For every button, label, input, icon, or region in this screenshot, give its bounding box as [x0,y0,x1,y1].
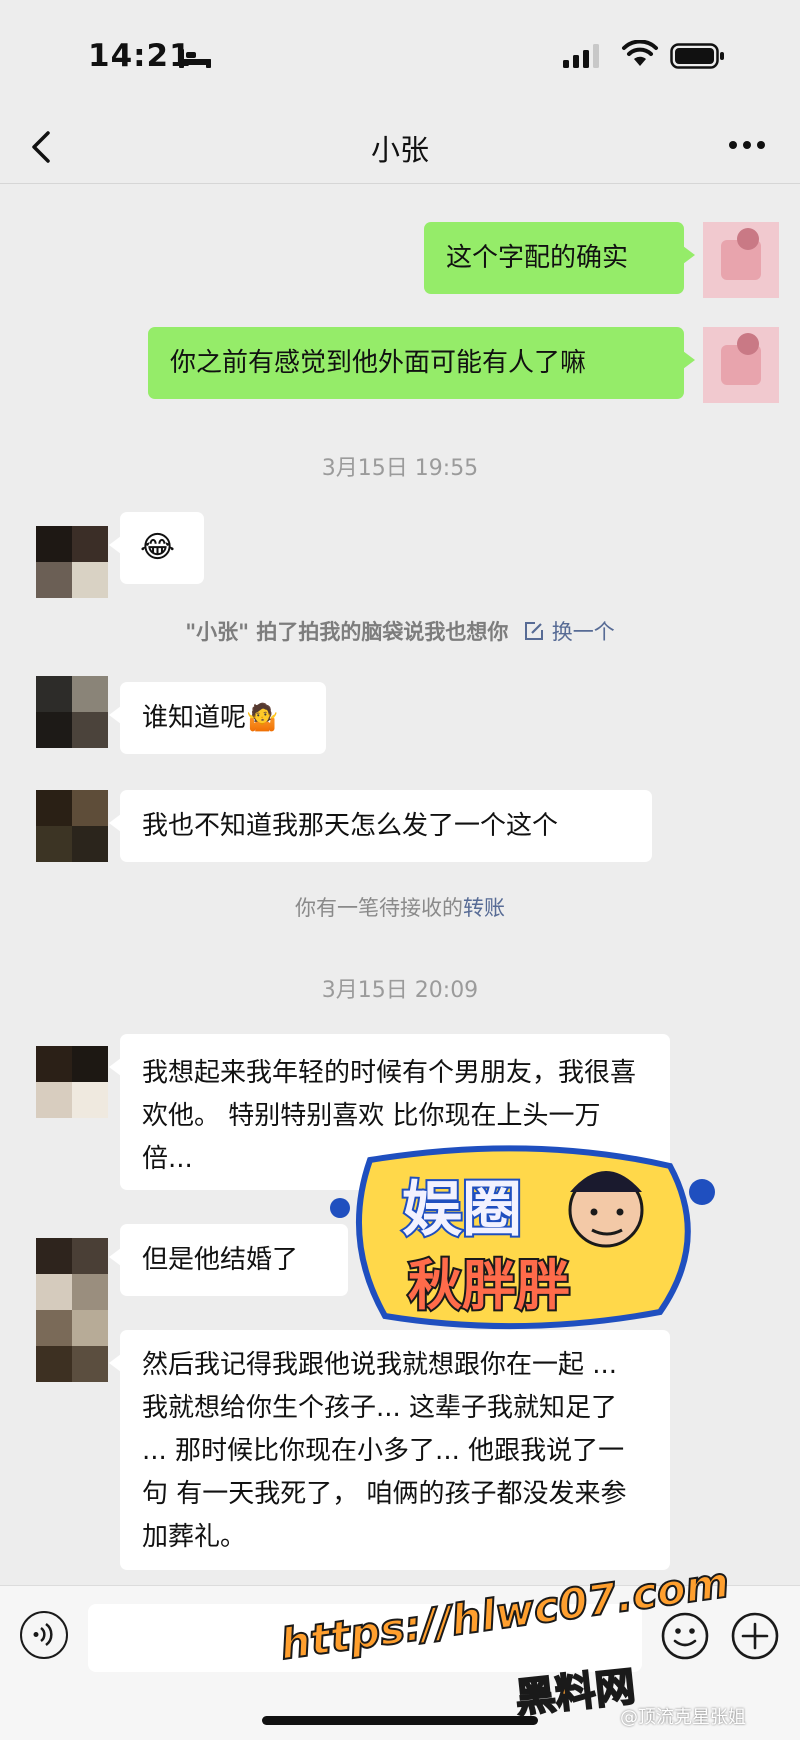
message-bubble[interactable]: 我也不知道我那天怎么发了一个这个 [109,790,652,862]
message-bubble[interactable]: 谁知道呢🤷 [109,682,326,754]
home-indicator [262,1716,538,1725]
contact-avatar[interactable] [36,1238,108,1390]
message-bubble[interactable]: 然后我记得我跟他说我就想跟你在一起 ... 我就想给你生个孩子... 这辈子我就… [109,1330,670,1570]
voice-icon[interactable] [20,1611,68,1659]
contact-avatar[interactable] [36,526,108,598]
plus-icon[interactable] [730,1611,780,1661]
pat-notice: "小张" 拍了拍我的脑袋说我也想你 换一个 [0,616,800,646]
pat-text: "小张" 拍了拍我的脑袋说我也想你 [185,620,509,644]
message-bubble[interactable]: 但是他结婚了 [109,1224,348,1296]
message-bubble[interactable]: 你之前有感觉到他外面可能有人了嘛 [148,327,695,399]
transfer-text: 你有一笔待接收的 [295,896,463,920]
transfer-notice: 你有一笔待接收的转账 [0,892,800,922]
chat-header: 小张 [0,115,800,184]
contact-avatar[interactable] [36,676,108,748]
emoji-icon[interactable] [660,1611,710,1661]
message-bubble[interactable]: 这个字配的确实 [424,222,695,294]
contact-avatar[interactable] [36,1046,108,1118]
contact-avatar[interactable] [36,790,108,862]
transfer-link[interactable]: 转账 [463,896,505,920]
timestamp: 3月15日 20:09 [321,978,479,1003]
wifi-icon [622,40,658,66]
edit-icon [525,622,544,640]
battery-icon [670,43,724,69]
signal-icon [563,44,599,68]
change-pat-link[interactable]: 换一个 [552,620,615,644]
show-sticker-watermark: 娱圈 秋胖胖 [330,1145,715,1330]
sticker-title-line2: 秋胖胖 [408,1254,570,1317]
message-bubble[interactable]: 😂 [109,512,204,584]
status-time: 14:21 [88,38,192,74]
my-avatar[interactable] [703,222,779,298]
timestamp: 3月15日 19:55 [321,456,479,481]
more-icon[interactable] [727,139,767,151]
sticker-title-line1: 娱圈 [402,1175,522,1245]
status-bar: 14:21 [0,0,800,115]
bed-icon [179,49,211,68]
credit-watermark: @顶流克星张姐 [620,1707,746,1728]
chat-title: 小张 [370,133,429,167]
my-avatar[interactable] [703,327,779,403]
